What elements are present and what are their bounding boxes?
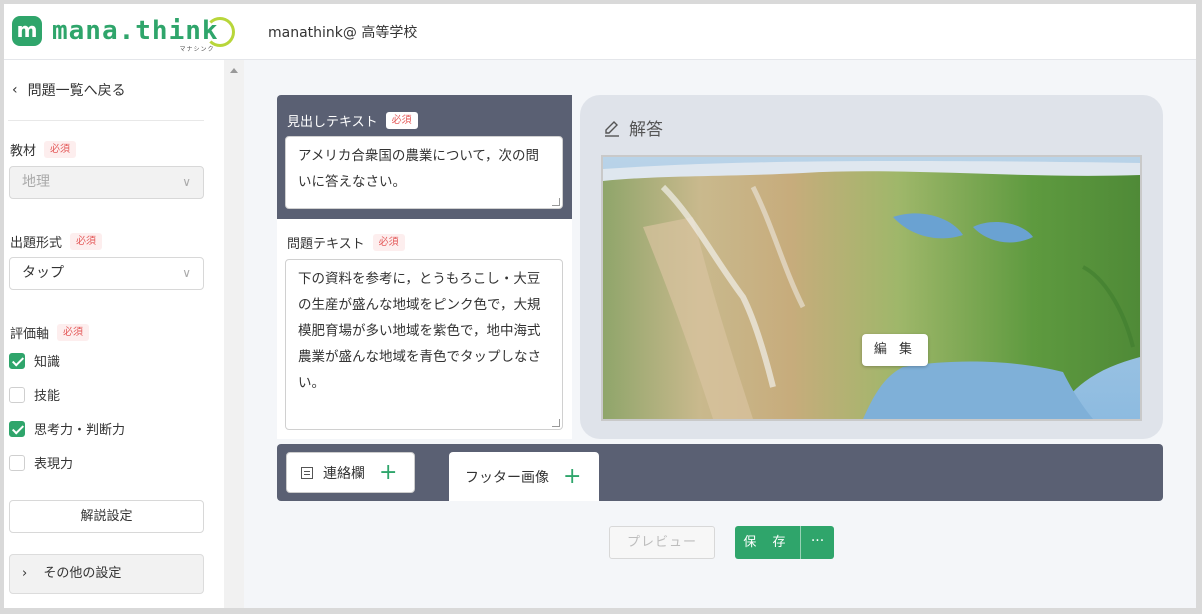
preview-button[interactable]: プレビュー bbox=[609, 526, 715, 559]
format-label: 出題形式 必須 bbox=[10, 232, 103, 251]
answer-map-image[interactable]: 編 集 bbox=[601, 155, 1142, 421]
logo-mark-icon: m bbox=[12, 16, 42, 46]
chevron-down-icon: ∨ bbox=[182, 175, 191, 189]
subject-label-text: 教材 bbox=[10, 144, 37, 159]
organization-name: manathink@ 高等学校 bbox=[268, 25, 418, 41]
list-icon bbox=[301, 466, 313, 479]
heading-textarea[interactable]: アメリカ合衆国の農業について，次の問いに答えなさい。 bbox=[285, 136, 563, 209]
footer-tab-bar: 連絡欄 + フッター画像 + bbox=[277, 444, 1163, 501]
subject-label: 教材 必須 bbox=[10, 140, 77, 159]
chevron-down-icon: ∨ bbox=[182, 266, 191, 280]
tab-contact[interactable]: 連絡欄 + bbox=[286, 452, 415, 493]
save-button-group: 保 存 ··· bbox=[735, 526, 834, 559]
format-label-text: 出題形式 bbox=[10, 236, 63, 251]
format-select[interactable]: タップ ∨ bbox=[9, 257, 204, 290]
top-header: m mana.think マナシンク manathink@ 高等学校 bbox=[4, 4, 1196, 60]
answer-label-text: 解答 bbox=[629, 120, 663, 140]
chevron-right-icon: › bbox=[22, 566, 28, 581]
back-to-list-link[interactable]: ‹ 問題一覧へ戻る bbox=[12, 80, 126, 100]
heading-label-text: 見出しテキスト bbox=[287, 115, 378, 130]
checkbox-unchecked-icon bbox=[9, 454, 25, 471]
checkbox-unchecked-icon bbox=[9, 386, 25, 403]
app-window: m mana.think マナシンク manathink@ 高等学校 ‹ 問題一… bbox=[4, 4, 1196, 608]
criteria-label: 評価軸 必須 bbox=[10, 323, 90, 342]
other-settings-label: その他の設定 bbox=[43, 566, 122, 581]
question-label-text: 問題テキスト bbox=[287, 237, 365, 252]
required-badge: 必須 bbox=[44, 141, 77, 158]
required-badge: 必須 bbox=[70, 233, 103, 250]
sidebar-scrollbar[interactable] bbox=[224, 60, 244, 608]
logo-text: mana.think マナシンク bbox=[52, 16, 219, 53]
logo[interactable]: m mana.think マナシンク bbox=[12, 16, 235, 53]
main-content: 見出しテキスト 必須 アメリカ合衆国の農業について，次の問いに答えなさい。 問題… bbox=[244, 60, 1196, 608]
required-badge: 必須 bbox=[372, 234, 405, 251]
format-value: タップ bbox=[22, 265, 64, 281]
plus-icon[interactable]: + bbox=[563, 465, 581, 488]
checkbox-label: 表現力 bbox=[34, 457, 74, 472]
checkbox-checked-icon bbox=[9, 420, 25, 437]
edit-map-button[interactable]: 編 集 bbox=[862, 334, 928, 366]
subject-value: 地理 bbox=[22, 174, 50, 190]
chevron-left-icon: ‹ bbox=[12, 82, 18, 98]
plus-icon[interactable]: + bbox=[379, 461, 397, 484]
question-section: 問題テキスト 必須 下の資料を参考に，とうもろこし・大豆の生産が盛んな地域をピン… bbox=[277, 219, 572, 439]
criteria-thinking-checkbox[interactable]: 思考力・判断力 bbox=[9, 419, 125, 438]
heading-section: 見出しテキスト 必須 アメリカ合衆国の農業について，次の問いに答えなさい。 bbox=[277, 95, 572, 219]
heading-label: 見出しテキスト 必須 bbox=[287, 111, 418, 130]
checkbox-checked-icon bbox=[9, 352, 25, 369]
pencil-icon bbox=[605, 120, 619, 137]
save-button[interactable]: 保 存 bbox=[735, 526, 801, 559]
required-badge: 必須 bbox=[57, 324, 90, 341]
logo-wordmark: mana.think bbox=[52, 16, 219, 46]
scroll-up-arrow-icon[interactable] bbox=[230, 68, 238, 73]
logo-ring-icon bbox=[205, 17, 235, 47]
other-settings-toggle[interactable]: › その他の設定 bbox=[9, 554, 204, 594]
question-textarea[interactable]: 下の資料を参考に，とうもろこし・大豆の生産が盛んな地域をピンク色で，大規模肥育場… bbox=[285, 259, 563, 430]
checkbox-label: 思考力・判断力 bbox=[34, 423, 126, 438]
contact-tab-label: 連絡欄 bbox=[323, 465, 365, 482]
divider bbox=[8, 120, 204, 121]
subject-select[interactable]: 地理 ∨ bbox=[9, 166, 204, 199]
answer-panel: 解答 編 集 bbox=[580, 95, 1163, 439]
checkbox-label: 知識 bbox=[34, 355, 61, 370]
criteria-expression-checkbox[interactable]: 表現力 bbox=[9, 453, 73, 472]
criteria-knowledge-checkbox[interactable]: 知識 bbox=[9, 351, 60, 370]
footer-tab-label: フッター画像 bbox=[465, 469, 549, 486]
explanation-settings-button[interactable]: 解説設定 bbox=[9, 500, 204, 533]
tab-footer-image[interactable]: フッター画像 + bbox=[449, 452, 599, 501]
back-label: 問題一覧へ戻る bbox=[27, 83, 126, 99]
us-relief-map bbox=[603, 157, 1140, 419]
checkbox-label: 技能 bbox=[34, 389, 61, 404]
criteria-label-text: 評価軸 bbox=[10, 327, 50, 342]
sidebar: ‹ 問題一覧へ戻る 教材 必須 地理 ∨ 出題形式 必須 タップ ∨ 評価軸 必… bbox=[4, 60, 224, 608]
answer-title: 解答 bbox=[602, 115, 663, 140]
text-editor-panel: 見出しテキスト 必須 アメリカ合衆国の農業について，次の問いに答えなさい。 問題… bbox=[277, 95, 572, 439]
logo-subtitle: マナシンク bbox=[179, 46, 215, 53]
more-options-button[interactable]: ··· bbox=[801, 526, 834, 559]
required-badge: 必須 bbox=[385, 112, 418, 129]
criteria-skill-checkbox[interactable]: 技能 bbox=[9, 385, 60, 404]
question-label: 問題テキスト 必須 bbox=[287, 233, 405, 252]
